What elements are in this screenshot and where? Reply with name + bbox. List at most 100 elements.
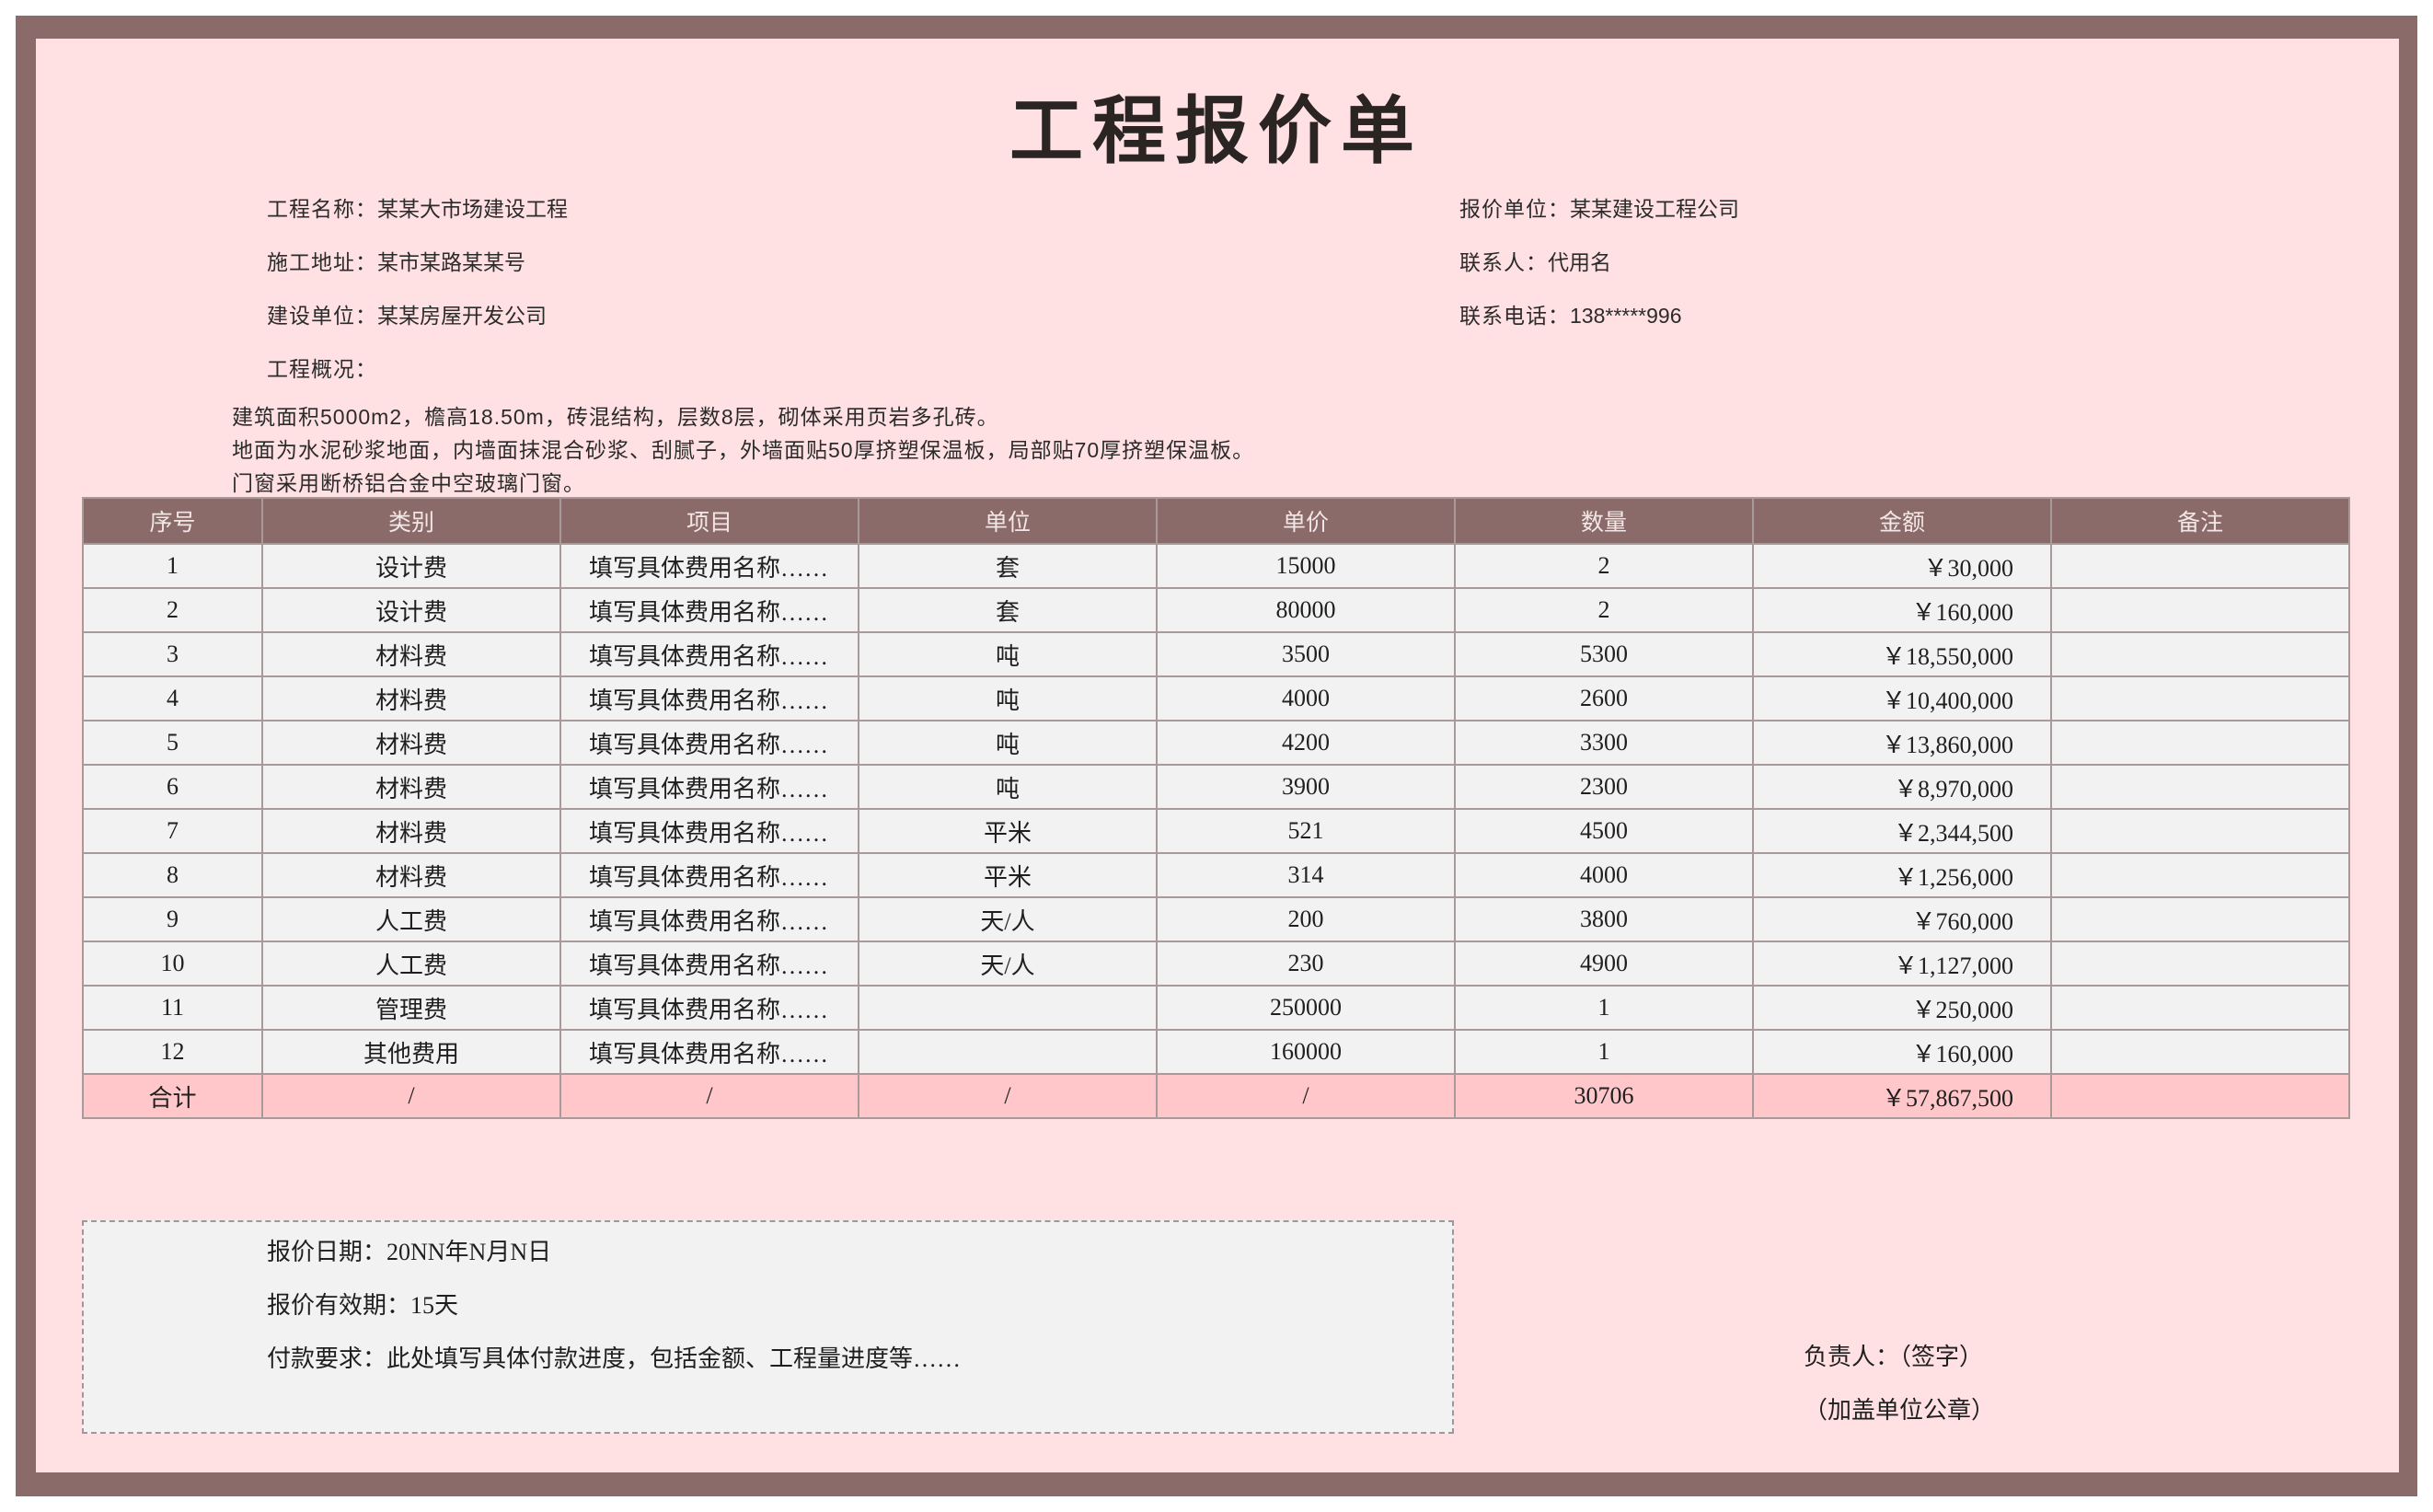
cell-item: 填写具体费用名称…… (559, 808, 859, 854)
cell-category: 材料费 (261, 720, 561, 766)
cell-unit (858, 1029, 1158, 1075)
builder-value: 某某房屋开发公司 (377, 304, 547, 328)
total-unit-price: / (1156, 1073, 1456, 1119)
header-unit-price: 单价 (1156, 497, 1456, 545)
header-unit: 单位 (858, 497, 1158, 545)
total-quantity: 30706 (1454, 1073, 1754, 1119)
phone-label: 联系电话： (1459, 304, 1570, 328)
cell-unit-price: 4200 (1156, 720, 1456, 766)
cell-category: 材料费 (261, 631, 561, 677)
cell-category: 人工费 (261, 896, 561, 942)
cell-category: 人工费 (261, 941, 561, 987)
cell-index: 8 (82, 852, 263, 898)
project-name-row: 工程名称：某某大市场建设工程 (267, 191, 568, 223)
cell-quantity: 2600 (1454, 675, 1754, 721)
cell-unit: 吨 (858, 720, 1158, 766)
cell-amount: ￥10,400,000 (1752, 675, 2052, 721)
cell-unit-price: 200 (1156, 896, 1456, 942)
table-row: 2 设计费 填写具体费用名称…… 套 80000 2 ￥160,000 (82, 587, 2350, 633)
cell-quantity: 2300 (1454, 764, 1754, 810)
cell-remark (2050, 808, 2350, 854)
cell-item: 填写具体费用名称…… (559, 852, 859, 898)
table-row: 12 其他费用 填写具体费用名称…… 160000 1 ￥160,000 (82, 1029, 2350, 1075)
cell-category: 设计费 (261, 587, 561, 633)
cell-item: 填写具体费用名称…… (559, 631, 859, 677)
cell-category: 材料费 (261, 852, 561, 898)
cell-unit: 吨 (858, 764, 1158, 810)
page-title: 工程报价单 (1009, 88, 1424, 174)
header-item: 项目 (559, 497, 859, 545)
quote-unit-label: 报价单位： (1459, 197, 1570, 221)
address-row: 施工地址：某市某路某某号 (267, 245, 525, 276)
cell-quantity: 2 (1454, 587, 1754, 633)
quote-table: 序号 类别 项目 单位 单价 数量 金额 备注 1 设计费 填写具体费用名称……… (82, 497, 2350, 1119)
cell-unit: 套 (858, 543, 1158, 589)
cell-unit-price: 230 (1156, 941, 1456, 987)
cell-index: 3 (82, 631, 263, 677)
table-row: 1 设计费 填写具体费用名称…… 套 15000 2 ￥30,000 (82, 543, 2350, 589)
phone-row: 联系电话：138*****996 (1459, 298, 1682, 329)
table-row: 8 材料费 填写具体费用名称…… 平米 314 4000 ￥1,256,000 (82, 852, 2350, 898)
table-row: 10 人工费 填写具体费用名称…… 天/人 230 4900 ￥1,127,00… (82, 941, 2350, 987)
cell-index: 5 (82, 720, 263, 766)
cell-remark (2050, 720, 2350, 766)
company-seal: （加盖单位公章） (1804, 1397, 1996, 1424)
cell-remark (2050, 985, 2350, 1031)
cell-unit: 吨 (858, 631, 1158, 677)
overview-line-1: 建筑面积5000m2，檐高18.50m，砖混结构，层数8层，砌体采用页岩多孔砖。 (232, 405, 999, 429)
cell-amount: ￥30,000 (1752, 543, 2052, 589)
cell-item: 填写具体费用名称…… (559, 941, 859, 987)
table-row: 11 管理费 填写具体费用名称…… 250000 1 ￥250,000 (82, 985, 2350, 1031)
cell-amount: ￥760,000 (1752, 896, 2052, 942)
total-item: / (559, 1073, 859, 1119)
cell-unit-price: 3500 (1156, 631, 1456, 677)
cell-index: 4 (82, 675, 263, 721)
cell-amount: ￥160,000 (1752, 1029, 2052, 1075)
cell-index: 10 (82, 941, 263, 987)
cell-unit: 平米 (858, 808, 1158, 854)
cell-quantity: 4900 (1454, 941, 1754, 987)
cell-amount: ￥1,256,000 (1752, 852, 2052, 898)
cell-item: 填写具体费用名称…… (559, 675, 859, 721)
cell-remark (2050, 543, 2350, 589)
project-name-value: 某某大市场建设工程 (377, 197, 568, 221)
table-row: 7 材料费 填写具体费用名称…… 平米 521 4500 ￥2,344,500 (82, 808, 2350, 854)
cell-item: 填写具体费用名称…… (559, 896, 859, 942)
table-row: 3 材料费 填写具体费用名称…… 吨 3500 5300 ￥18,550,000 (82, 631, 2350, 677)
table-row: 5 材料费 填写具体费用名称…… 吨 4200 3300 ￥13,860,000 (82, 720, 2350, 766)
total-amount: ￥57,867,500 (1752, 1073, 2052, 1119)
cell-quantity: 2 (1454, 543, 1754, 589)
table-row: 6 材料费 填写具体费用名称…… 吨 3900 2300 ￥8,970,000 (82, 764, 2350, 810)
address-value: 某市某路某某号 (377, 250, 525, 274)
cell-remark (2050, 852, 2350, 898)
builder-label: 建设单位： (267, 304, 377, 328)
cell-index: 12 (82, 1029, 263, 1075)
cell-unit (858, 985, 1158, 1031)
cell-amount: ￥250,000 (1752, 985, 2052, 1031)
cell-unit-price: 80000 (1156, 587, 1456, 633)
cell-amount: ￥8,970,000 (1752, 764, 2052, 810)
cell-index: 7 (82, 808, 263, 854)
table-row: 9 人工费 填写具体费用名称…… 天/人 200 3800 ￥760,000 (82, 896, 2350, 942)
cell-item: 填写具体费用名称…… (559, 720, 859, 766)
overview-line-3: 门窗采用断桥铝合金中空玻璃门窗。 (232, 471, 585, 495)
total-category: / (261, 1073, 561, 1119)
cell-remark (2050, 675, 2350, 721)
cell-quantity: 4500 (1454, 808, 1754, 854)
cell-amount: ￥2,344,500 (1752, 808, 2052, 854)
cell-amount: ￥1,127,000 (1752, 941, 2052, 987)
cell-unit-price: 521 (1156, 808, 1456, 854)
cell-index: 9 (82, 896, 263, 942)
cell-remark (2050, 764, 2350, 810)
cell-remark (2050, 941, 2350, 987)
cell-quantity: 5300 (1454, 631, 1754, 677)
cell-unit: 套 (858, 587, 1158, 633)
cell-unit: 天/人 (858, 941, 1158, 987)
project-name-label: 工程名称： (267, 197, 377, 221)
table-row: 4 材料费 填写具体费用名称…… 吨 4000 2600 ￥10,400,000 (82, 675, 2350, 721)
cell-unit-price: 250000 (1156, 985, 1456, 1031)
cell-amount: ￥13,860,000 (1752, 720, 2052, 766)
cell-quantity: 3300 (1454, 720, 1754, 766)
quote-unit-row: 报价单位：某某建设工程公司 (1459, 191, 1739, 223)
quote-validity: 报价有效期：15天 (267, 1292, 459, 1319)
